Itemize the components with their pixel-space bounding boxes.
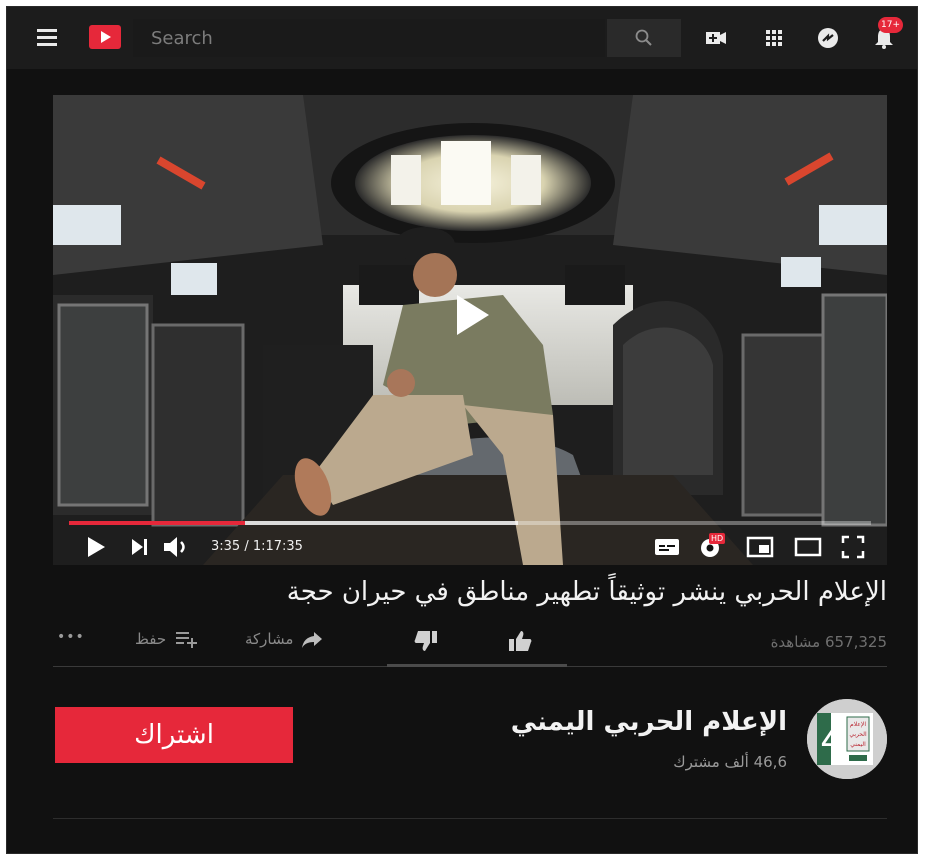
search-button[interactable]	[607, 19, 681, 57]
avatar-line-1: الإعلام	[850, 721, 866, 728]
divider	[53, 818, 887, 819]
share-bubble-icon[interactable]	[815, 25, 841, 51]
avatar[interactable]: 4 الإعلام الحربي اليمني	[807, 699, 887, 779]
video-camera-plus-icon[interactable]	[703, 25, 729, 51]
share-button[interactable]: مشاركة	[245, 629, 323, 649]
progress-played	[69, 521, 246, 525]
bell-icon[interactable]: 17+	[871, 17, 903, 51]
avatar-line-2: الحربي	[849, 731, 867, 738]
fullscreen-icon[interactable]	[839, 533, 867, 561]
search-icon	[635, 29, 652, 46]
view-count: 657,325 مشاهدة	[770, 633, 887, 651]
thumbs-up-icon	[509, 631, 532, 651]
top-bar: 17+	[7, 7, 917, 69]
app-window: 17+	[6, 6, 918, 854]
like-button[interactable]	[507, 629, 533, 653]
notification-badge: 17+	[878, 17, 903, 33]
search-input[interactable]	[133, 19, 605, 57]
more-options-button[interactable]: •••	[57, 629, 85, 645]
playlist-add-icon	[176, 632, 198, 648]
share-label: مشاركة	[245, 630, 294, 648]
avatar-line-3: اليمني	[850, 741, 866, 748]
theater-icon[interactable]	[793, 533, 823, 561]
subscriber-count: 46,6 ألف مشترك	[673, 753, 787, 771]
hamburger-menu-icon[interactable]	[37, 27, 63, 47]
play-icon[interactable]	[453, 291, 493, 339]
play-icon[interactable]	[85, 533, 107, 561]
miniplayer-icon[interactable]	[745, 533, 775, 561]
apps-grid-icon[interactable]	[761, 25, 787, 51]
share-arrow-icon	[302, 632, 323, 648]
quality-badge: HD	[709, 533, 726, 544]
dislike-button[interactable]	[413, 629, 439, 653]
avatar-number: 4	[821, 717, 844, 761]
thumbs-down-icon	[414, 631, 437, 651]
video-player[interactable]: 3:35 / 1:17:35 HD	[53, 95, 887, 565]
save-label: حفظ	[135, 630, 167, 648]
youtube-play-logo-icon[interactable]	[89, 25, 121, 49]
progress-bar[interactable]	[69, 521, 871, 525]
time-display: 3:35 / 1:17:35	[211, 539, 303, 554]
subscribe-button[interactable]: اشتراك	[55, 707, 293, 763]
volume-icon[interactable]	[161, 533, 193, 561]
captions-icon[interactable]	[653, 533, 681, 561]
next-icon[interactable]	[129, 533, 151, 561]
more-icon: •••	[57, 629, 85, 645]
divider-accent	[387, 664, 567, 667]
save-button[interactable]: حفظ	[135, 629, 198, 649]
video-title: الإعلام الحربي ينشر توثيقاً تطهير مناطق …	[286, 577, 887, 607]
channel-name[interactable]: الإعلام الحربي اليمني	[511, 707, 787, 737]
